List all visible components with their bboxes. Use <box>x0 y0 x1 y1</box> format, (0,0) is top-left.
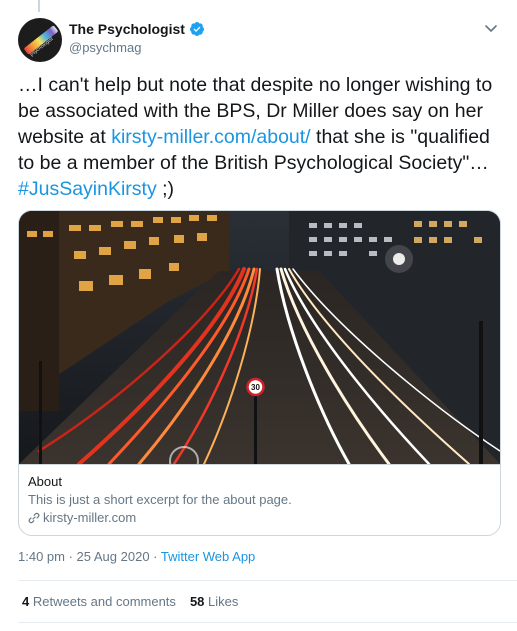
likes-stat[interactable]: 58 Likes <box>190 594 238 609</box>
meta-separator: · <box>149 549 161 564</box>
handle[interactable]: @psychmag <box>69 40 205 55</box>
retweets-stat[interactable]: 4 Retweets and comments <box>22 594 176 609</box>
retweets-count: 4 <box>22 594 30 609</box>
tweet-header: psychologist The Psychologist @psychmag <box>18 18 499 62</box>
timestamp[interactable]: 1:40 pm · 25 Aug 2020 <box>18 549 150 564</box>
card-domain: kirsty-miller.com <box>28 510 491 525</box>
retweets-label: Retweets and comments <box>32 594 176 609</box>
hashtag-link[interactable]: #JusSayinKirsty <box>18 178 157 200</box>
divider <box>18 622 517 623</box>
thread-connector-line <box>38 0 40 12</box>
divider <box>18 580 517 581</box>
tweet-stats: 4 Retweets and comments 58 Likes <box>22 594 238 609</box>
tweet-link[interactable]: kirsty-miller.com/about/ <box>111 126 310 148</box>
tweet-meta: 1:40 pm · 25 Aug 2020 · Twitter Web App <box>18 549 255 564</box>
card-body[interactable]: About This is just a short excerpt for t… <box>28 474 491 525</box>
likes-count: 58 <box>189 594 205 609</box>
source-link[interactable]: Twitter Web App <box>161 549 255 564</box>
link-icon <box>28 512 40 524</box>
chevron-down-icon[interactable] <box>483 20 499 36</box>
tweet-text: …I can't help but note that despite no l… <box>18 72 504 202</box>
card-title: About <box>28 474 62 489</box>
author-names[interactable]: The Psychologist @psychmag <box>69 21 205 55</box>
avatar[interactable]: psychologist <box>18 18 62 62</box>
likes-label: Likes <box>208 594 239 609</box>
verified-badge-icon <box>189 21 205 37</box>
tweet-text-part3: ;) <box>156 178 175 200</box>
display-name[interactable]: The Psychologist <box>69 21 185 37</box>
card-domain-text: kirsty-miller.com <box>43 510 137 525</box>
link-preview-card[interactable]: 30 About This is just a short excerpt fo… <box>18 210 501 536</box>
speed-limit-sign-text: 30 <box>251 383 260 392</box>
card-image[interactable]: 30 <box>19 211 500 476</box>
card-description: This is just a short excerpt for the abo… <box>28 492 292 507</box>
